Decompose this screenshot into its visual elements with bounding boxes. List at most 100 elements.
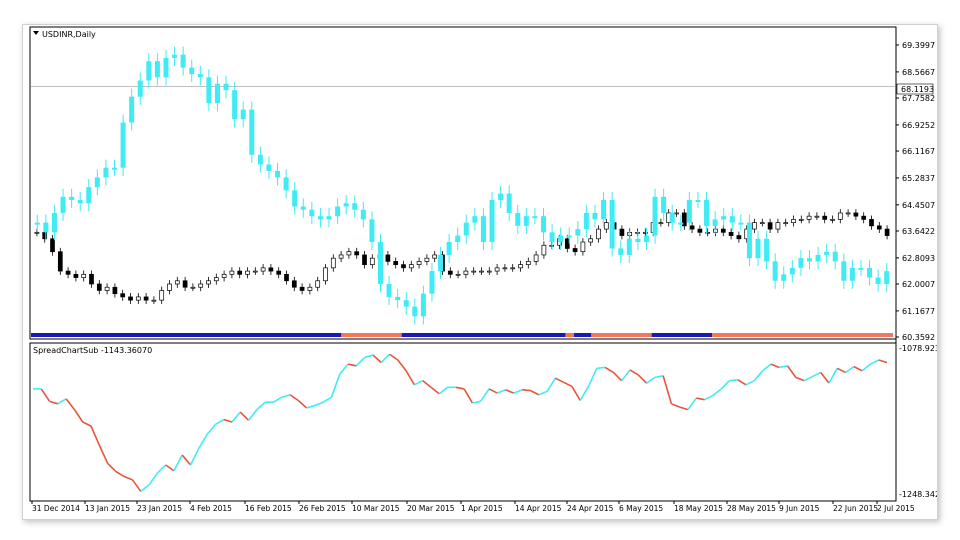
bull-candle <box>541 244 547 256</box>
bear-candle <box>853 212 859 217</box>
aqua-candle <box>678 222 684 225</box>
aqua-candle <box>120 122 126 168</box>
aqua-candle <box>626 238 632 255</box>
bull-candle <box>221 273 227 278</box>
bear-candle <box>237 270 243 275</box>
aqua-candle <box>60 196 66 213</box>
aqua-candle <box>352 203 358 210</box>
bull-candle <box>252 270 258 273</box>
aqua-candle <box>420 293 426 317</box>
bull-candle <box>830 219 835 221</box>
bear-candle <box>299 286 305 291</box>
bear-candle <box>276 270 282 275</box>
aqua-candle <box>283 177 289 191</box>
bull-candle <box>229 270 235 275</box>
aqua-candle <box>549 232 555 243</box>
spread-line-down <box>522 388 531 392</box>
bear-candle <box>291 280 297 288</box>
bull-candle <box>486 270 492 273</box>
sub-chart-pane <box>29 342 897 502</box>
aqua-candle <box>455 235 461 243</box>
aqua-candle <box>300 206 306 210</box>
time-label: 22 Jun 2015 <box>833 504 878 513</box>
aqua-candle <box>189 67 195 75</box>
bull-candle <box>260 267 266 272</box>
bear-candle <box>73 273 79 278</box>
aqua-candle <box>686 200 692 223</box>
aqua-candle <box>643 235 649 243</box>
bear-candle <box>689 225 695 230</box>
bull-candle <box>674 212 679 215</box>
time-label: 18 May 2015 <box>674 504 723 513</box>
bull-candle <box>775 222 781 230</box>
aqua-candle <box>197 74 203 78</box>
bull-candle <box>213 277 219 282</box>
bull-candle <box>494 267 500 272</box>
bull-candle <box>104 286 110 291</box>
bull-candle <box>752 222 757 230</box>
aqua-candle <box>755 238 761 259</box>
bull-candle <box>806 215 812 220</box>
bear-candle <box>861 215 867 220</box>
aqua-candle <box>94 177 100 188</box>
aqua-candle <box>661 196 667 213</box>
bear-candle <box>393 261 399 265</box>
aqua-candle <box>103 167 109 178</box>
aqua-candle <box>180 54 186 68</box>
time-label: 16 Feb 2015 <box>245 504 292 513</box>
aqua-candle <box>34 222 40 225</box>
price-label: 66.9252 <box>902 121 935 130</box>
aqua-candle <box>738 222 744 225</box>
bull-candle <box>424 257 430 262</box>
signal-strip-segment <box>31 333 342 337</box>
time-label: 2 Jul 2015 <box>877 504 915 513</box>
signal-strip-segment <box>651 333 712 337</box>
time-label: 9 Jun 2015 <box>779 504 820 513</box>
price-label: 67.7582 <box>902 94 935 103</box>
bear-candle <box>57 251 63 272</box>
aqua-candle <box>506 193 512 213</box>
aqua-candle <box>712 219 718 226</box>
aqua-candle <box>309 209 315 217</box>
aqua-candle <box>386 284 392 297</box>
signal-strip-segment <box>401 333 566 337</box>
bear-candle <box>182 280 188 288</box>
bull-candle <box>151 299 157 302</box>
aqua-candle <box>480 216 486 243</box>
aqua-candle <box>446 242 452 255</box>
bull-candle <box>783 222 789 224</box>
aqua-candle <box>824 251 830 255</box>
aqua-candle <box>746 222 752 259</box>
aqua-candle <box>669 212 675 223</box>
aqua-candle <box>369 219 375 243</box>
chart-canvas[interactable]: 69.3997 68.5667 67.7582 66.9252 66.1167 65.28… <box>23 25 940 519</box>
bull-candle <box>596 228 601 240</box>
aqua-candle <box>841 261 847 281</box>
bull-candle <box>315 280 321 288</box>
time-label: 23 Jan 2015 <box>137 504 182 513</box>
aqua-candle <box>257 154 263 165</box>
aqua-candle <box>721 216 727 220</box>
time-label: 4 Feb 2015 <box>190 504 232 513</box>
current-price-label: 68.1193 <box>901 85 934 94</box>
aqua-candle <box>412 306 418 317</box>
sub-chart-title: SpreadChartSub -1143.36070 <box>33 346 152 355</box>
aqua-candle <box>575 229 581 236</box>
aqua-candle <box>867 267 873 278</box>
aqua-candle <box>609 200 615 249</box>
aqua-candle <box>137 80 143 97</box>
price-label: 66.1167 <box>902 147 935 156</box>
bear-candle <box>284 273 289 282</box>
aqua-candle <box>146 61 152 81</box>
bull-candle <box>81 273 87 278</box>
bull-candle <box>658 222 664 224</box>
price-label: 62.0007 <box>902 280 935 289</box>
bull-candle <box>432 254 438 259</box>
bear-candle <box>822 215 828 220</box>
aqua-candle <box>832 251 838 262</box>
bull-candle <box>845 212 851 215</box>
aqua-candle <box>163 57 169 78</box>
aqua-candle <box>223 83 229 91</box>
signal-strip-segment <box>341 333 402 337</box>
bull-candle <box>416 261 422 265</box>
